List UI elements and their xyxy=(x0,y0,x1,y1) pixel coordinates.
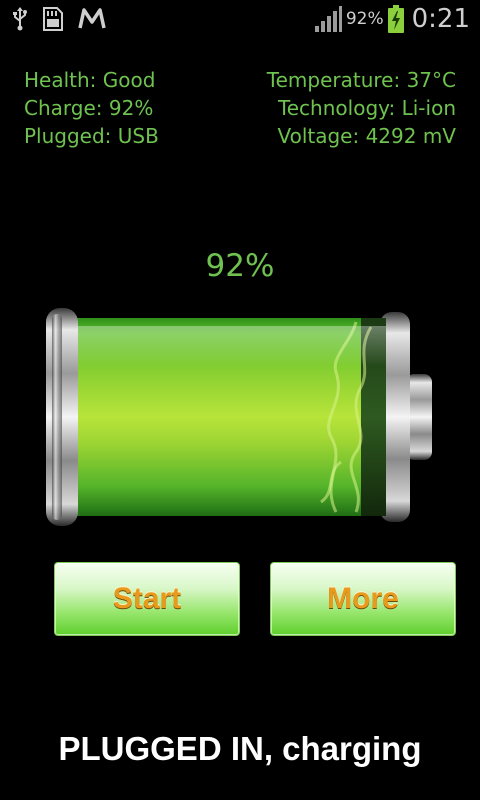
charge-text: Charge: 92% xyxy=(24,96,154,120)
screen: 92% 0:21 Health: Good Charge: 92% Plugge… xyxy=(0,0,480,800)
signal-icon xyxy=(314,6,342,32)
status-time: 0:21 xyxy=(411,4,470,34)
temperature-text: Temperature: 37°C xyxy=(266,68,456,92)
battery-info-left: Health: Good Charge: 92% Plugged: USB xyxy=(24,66,159,150)
notification-icons xyxy=(12,6,106,32)
battery-graphic xyxy=(36,302,440,532)
sd-card-icon xyxy=(43,7,63,31)
charging-status-text: PLUGGED IN, charging xyxy=(58,730,422,767)
more-button[interactable]: More xyxy=(270,562,456,636)
usb-icon xyxy=(13,7,27,31)
gmail-icon xyxy=(78,8,106,29)
status-bar: 92% 0:21 xyxy=(0,0,480,38)
plugged-text: Plugged: USB xyxy=(24,124,159,148)
battery-icon xyxy=(46,308,432,526)
health-text: Health: Good xyxy=(24,68,156,92)
battery-left-highlight xyxy=(52,314,62,520)
status-battery-percent: 92% xyxy=(345,9,384,29)
voltage-text: Voltage: 4292 mV xyxy=(277,124,456,148)
battery-percent-label: 92% xyxy=(205,248,275,284)
system-status: 92% 0:21 xyxy=(314,4,470,34)
technology-text: Technology: Li-ion xyxy=(277,96,456,120)
battery-info-right: Temperature: 37°C Technology: Li-ion Vol… xyxy=(267,66,456,150)
battery-charging-icon xyxy=(387,5,404,33)
battery-shine xyxy=(70,326,386,366)
start-button[interactable]: Start xyxy=(54,562,240,636)
